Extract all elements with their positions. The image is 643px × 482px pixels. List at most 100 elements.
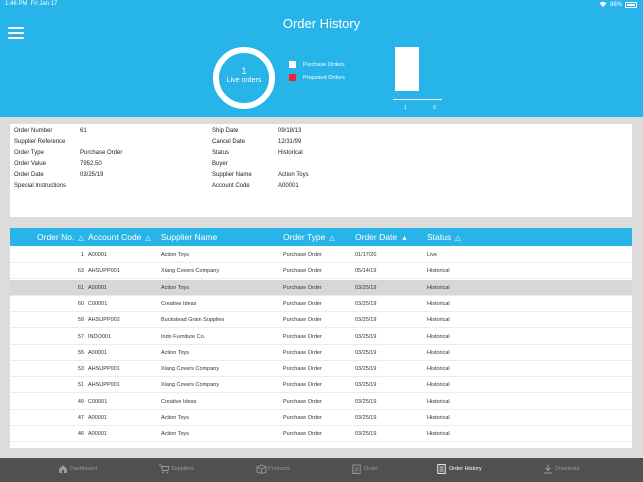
table-cell: 03/25/19	[355, 431, 377, 438]
page-title: Order History	[282, 16, 361, 31]
detail-key: Supplier Name	[212, 172, 252, 178]
tab-dashboard[interactable]: Dashboard	[58, 464, 97, 474]
tab-download[interactable]: Download	[543, 464, 579, 474]
detail-value: 12/31/99	[278, 139, 302, 145]
table-cell: Creative Ideas	[161, 300, 197, 307]
table-cell: Purchase Order	[283, 300, 322, 307]
table-cell: AHSUPP001	[88, 382, 120, 389]
table-row[interactable]: 1 A00001 Action Toys Purchase Order 01/17/20…	[10, 247, 632, 263]
tab-label: Suppliers	[171, 466, 194, 472]
bar-chart-axis	[393, 99, 442, 100]
house-icon	[58, 464, 67, 474]
table-cell: Purchase Order	[283, 382, 322, 389]
tab-label: Order History	[449, 466, 482, 472]
order-history-table: Order No. △ Account Code △ Supplier Name Orde…	[10, 228, 632, 448]
column-header[interactable]: Supplier Name	[161, 232, 217, 242]
box-icon	[256, 464, 267, 474]
table-cell: AHSUPP001	[88, 268, 120, 275]
table-cell: 49	[77, 398, 84, 405]
table-row[interactable]: 55 A00001 Action Toys Purchase Order 03/25/1…	[10, 345, 632, 361]
column-header[interactable]: Order Type △	[283, 232, 335, 242]
table-row[interactable]: 53 AHSUPP001 Xiang Covers Company Purchase …	[10, 361, 632, 378]
table-cell: Historical	[427, 349, 450, 356]
tab-order-history[interactable]: Order History	[437, 464, 482, 474]
column-header[interactable]: Order Date ▲	[355, 232, 408, 242]
status-time: 1:46 PM	[5, 1, 28, 7]
column-header[interactable]: Status △	[427, 232, 461, 242]
table-cell: Action Toys	[161, 252, 190, 258]
bar-purchase-orders	[395, 47, 419, 91]
table-cell: Live	[427, 252, 438, 258]
table-cell: Purchase Order	[283, 415, 322, 421]
live-orders-label: Live orders	[226, 77, 262, 84]
tab-order[interactable]: Order	[352, 464, 378, 474]
table-cell: 61	[77, 284, 84, 291]
detail-value: Purchase Order	[80, 150, 123, 156]
table-cell: 03/25/19	[355, 300, 377, 307]
column-header-label: Account Code	[88, 232, 142, 242]
table-row[interactable]: 60 C00001 Creative Ideas Purchase Order 03/2…	[10, 296, 632, 312]
table-cell: 53	[77, 366, 84, 373]
table-row[interactable]: 57 INDO001 Indo Furniture Co. Purchase Orde…	[10, 329, 632, 345]
tab-label: Order	[364, 466, 379, 472]
table-header: Order No. △ Account Code △ Supplier Name Orde…	[10, 228, 632, 246]
detail-value: 09/18/13	[278, 128, 302, 134]
table-cell: Historical	[427, 317, 450, 324]
legend-label-proposed: Proposed Orders	[303, 74, 345, 81]
table-cell: A00001	[88, 284, 107, 291]
detail-key: Ship Date	[212, 128, 239, 134]
table-row[interactable]: 59 AHSUPP002 Buckstead Grain Supplies Purch…	[10, 312, 632, 329]
table-row[interactable]: 46 A00001 Action Toys Purchase Order 03/25/1…	[10, 426, 632, 443]
table-cell: Purchase Order	[283, 349, 322, 356]
legend-label-purchase: Purchase Orders	[303, 61, 345, 68]
column-header[interactable]: Account Code △	[88, 232, 151, 242]
table-cell: C00001	[88, 398, 108, 405]
table-cell: 1	[80, 252, 84, 258]
column-header-label: Order Date	[355, 232, 398, 242]
table-row[interactable]: 51 AHSUPP001 Xiang Covers Company Purchase …	[10, 377, 632, 394]
table-row[interactable]: 49 C00001 Creative Ideas Purchase Order 03/2…	[10, 394, 632, 410]
table-cell: 03/25/19	[355, 349, 377, 356]
table-cell: A00001	[88, 252, 107, 258]
table-cell: 03/25/19	[355, 284, 377, 291]
sort-arrow-icon: △	[329, 235, 335, 242]
wifi-icon	[599, 1, 607, 9]
table-cell: Xiang Covers Company	[161, 366, 220, 373]
column-header[interactable]: Order No. △	[37, 232, 84, 242]
legend-proposed-orders: Proposed Orders	[289, 74, 345, 81]
tab-products[interactable]: Products	[256, 464, 290, 474]
table-cell: 03/25/19	[355, 317, 377, 324]
table-row[interactable]: 47 A00001 Action Toys Purchase Order 03/25/1…	[10, 410, 632, 426]
table-cell: 03/25/19	[355, 366, 377, 373]
table-row[interactable]: 61 A00001 Action Toys Purchase Order 03/25/1…	[10, 279, 632, 296]
table-cell: Creative Ideas	[161, 398, 197, 405]
table-cell: A00001	[88, 431, 107, 438]
detail-value: A00001	[278, 183, 299, 189]
table-cell: 03/25/19	[355, 382, 377, 389]
table-cell: C00001	[88, 300, 108, 307]
table-cell: Purchase Order	[283, 252, 322, 258]
table-cell: Xiang Covers Company	[161, 268, 220, 275]
table-cell: Historical	[427, 382, 450, 389]
clipboard-icon	[352, 464, 361, 474]
table-cell: Purchase Order	[283, 431, 322, 438]
status-bar: 1:46 PM Fri Jan 17 98%	[0, 0, 643, 10]
table-row[interactable]: 63 AHSUPP001 Xiang Covers Company Purchase …	[10, 263, 632, 280]
tab-label: Products	[268, 466, 290, 472]
table-cell: 47	[77, 415, 84, 421]
table-cell: 55	[77, 349, 84, 356]
battery-percent: 98%	[609, 2, 622, 8]
table-cell: Purchase Order	[283, 398, 322, 405]
detail-key: Supplier Reference	[14, 139, 66, 145]
bar-label-purchase: 1	[404, 105, 407, 111]
detail-key: Special Instructions	[14, 183, 67, 189]
table-cell: 03/25/19	[355, 333, 377, 340]
table-cell: Historical	[427, 431, 450, 438]
column-header-label: Order Type	[283, 232, 326, 242]
table-cell: 46	[77, 431, 84, 438]
document-icon	[437, 464, 446, 474]
detail-key: Order Type	[14, 150, 44, 156]
column-header-label: Order No.	[37, 232, 75, 242]
orders-bar-chart: 1 0	[393, 47, 442, 115]
tab-suppliers[interactable]: Suppliers	[159, 464, 194, 474]
